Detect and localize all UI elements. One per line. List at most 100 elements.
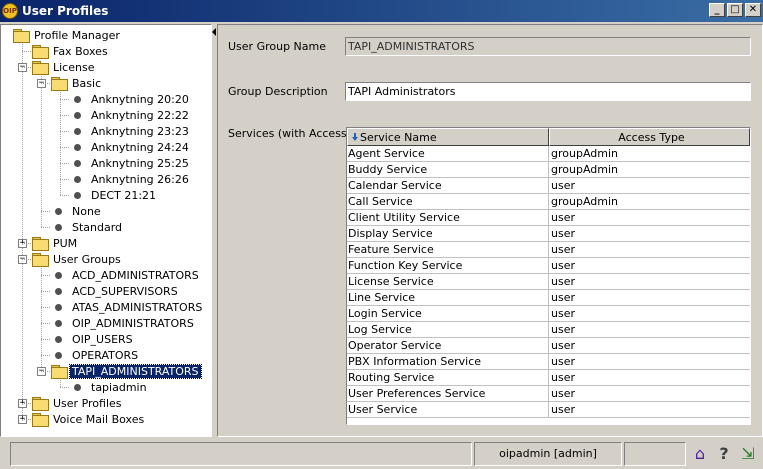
tree-item[interactable]: Anknytning 24:24 xyxy=(70,139,191,155)
access-type-cell[interactable]: user xyxy=(549,178,750,193)
access-type-cell[interactable]: user xyxy=(549,370,750,385)
exit-icon[interactable]: ⇲ xyxy=(738,444,758,464)
tree-item[interactable]: Profile Manager xyxy=(13,27,122,43)
tree-connector xyxy=(22,403,31,404)
table-row[interactable]: Feature Service user xyxy=(347,242,750,258)
folder-open-icon xyxy=(13,29,30,43)
window-title: User Profiles xyxy=(22,4,109,18)
tree-item[interactable]: OIP_ADMINISTRATORS xyxy=(51,315,196,331)
tree-item[interactable]: Voice Mail Boxes xyxy=(32,411,146,427)
table-row[interactable]: Agent Service groupAdmin xyxy=(347,146,750,162)
access-type-cell[interactable]: user xyxy=(549,210,750,225)
tree-item[interactable]: Fax Boxes xyxy=(32,43,110,59)
table-row[interactable]: User Service user xyxy=(347,402,750,418)
service-name-cell: Line Service xyxy=(347,290,549,305)
table-row[interactable]: Operator Service user xyxy=(347,338,750,354)
access-type-cell[interactable]: groupAdmin xyxy=(549,194,750,209)
service-name-cell: Agent Service xyxy=(347,146,549,161)
table-row[interactable]: PBX Information Service user xyxy=(347,354,750,370)
tree-item[interactable]: Anknytning 25:25 xyxy=(70,155,191,171)
tree-item-label: License xyxy=(53,60,95,74)
maximize-button[interactable]: □ xyxy=(727,3,743,17)
tree-connector xyxy=(41,227,50,228)
tree-connector xyxy=(41,83,50,84)
service-name-cell: Function Key Service xyxy=(347,258,549,273)
tree-connector xyxy=(60,115,69,116)
tree-item[interactable]: User Profiles xyxy=(32,395,124,411)
access-type-cell[interactable]: groupAdmin xyxy=(549,162,750,177)
table-row[interactable]: Buddy Service groupAdmin xyxy=(347,162,750,178)
tree-item[interactable]: tapiadmin xyxy=(70,379,149,395)
tree-item-label: ATAS_ADMINISTRATORS xyxy=(72,300,203,314)
service-name-cell: Calendar Service xyxy=(347,178,549,193)
tree-item[interactable]: OPERATORS xyxy=(51,347,140,363)
access-type-cell[interactable]: user xyxy=(549,274,750,289)
tree-connector xyxy=(60,147,69,148)
tree-item[interactable]: ATAS_ADMINISTRATORS xyxy=(51,299,204,315)
service-name-cell: Feature Service xyxy=(347,242,549,257)
table-row[interactable]: Login Service user xyxy=(347,306,750,322)
close-button[interactable]: ✕ xyxy=(745,3,761,17)
access-type-cell[interactable]: user xyxy=(549,386,750,401)
service-name-cell: Operator Service xyxy=(347,338,549,353)
folder-icon xyxy=(32,397,49,411)
bullet-icon xyxy=(55,271,62,279)
access-type-cell[interactable]: user xyxy=(549,226,750,241)
minimize-button[interactable]: _ xyxy=(709,3,725,17)
home-icon[interactable]: ⌂ xyxy=(690,444,710,464)
table-row[interactable]: License Service user xyxy=(347,274,750,290)
tree-connector xyxy=(60,195,69,196)
tree-item[interactable]: DECT 21:21 xyxy=(70,187,158,203)
help-icon[interactable]: ? xyxy=(714,444,734,464)
group-description-field[interactable]: TAPI Administrators xyxy=(345,82,751,101)
tree-item[interactable]: Anknytning 20:20 xyxy=(70,91,191,107)
group-name-field: TAPI_ADMINISTRATORS xyxy=(345,37,751,56)
access-type-cell[interactable]: user xyxy=(549,338,750,353)
tree-item[interactable]: User Groups xyxy=(32,251,123,267)
access-type-cell[interactable]: user xyxy=(549,402,750,417)
access-type-cell[interactable]: user xyxy=(549,290,750,305)
title-bar: OIP User Profiles _ □ ✕ xyxy=(0,0,763,22)
tree-item[interactable]: Anknytning 22:22 xyxy=(70,107,191,123)
tree-item-label: User Groups xyxy=(53,252,121,266)
access-type-cell[interactable]: user xyxy=(549,258,750,273)
profile-tree[interactable]: Profile Manager Fax Boxes License − Basic − An… xyxy=(0,24,212,437)
tree-item[interactable]: PUM xyxy=(32,235,79,251)
tree-item[interactable]: TAPI_ADMINISTRATORS xyxy=(51,363,202,379)
table-row[interactable]: Client Utility Service user xyxy=(347,210,750,226)
table-row[interactable]: Display Service user xyxy=(347,226,750,242)
table-row[interactable]: User Preferences Service user xyxy=(347,386,750,402)
table-row[interactable]: Line Service user xyxy=(347,290,750,306)
table-row[interactable]: Call Service groupAdmin xyxy=(347,194,750,210)
access-type-cell[interactable]: user xyxy=(549,306,750,321)
tree-item[interactable]: ACD_ADMINISTRATORS xyxy=(51,267,201,283)
table-row[interactable]: Routing Service user xyxy=(347,370,750,386)
service-name-cell: Call Service xyxy=(347,194,549,209)
access-type-cell[interactable]: user xyxy=(549,242,750,257)
tree-item[interactable]: Anknytning 23:23 xyxy=(70,123,191,139)
tree-item[interactable]: OIP_USERS xyxy=(51,331,135,347)
tree-connector xyxy=(60,163,69,164)
table-row[interactable]: Function Key Service user xyxy=(347,258,750,274)
column-header-service-name[interactable]: Service Name xyxy=(347,128,549,146)
table-row[interactable]: Log Service user xyxy=(347,322,750,338)
access-type-cell[interactable]: user xyxy=(549,354,750,369)
tree-item[interactable]: Anknytning 26:26 xyxy=(70,171,191,187)
tree-item-label: User Profiles xyxy=(53,396,122,410)
table-row[interactable]: Calendar Service user xyxy=(347,178,750,194)
collapse-arrow-icon[interactable] xyxy=(212,28,216,36)
bullet-icon xyxy=(55,287,62,295)
tree-item[interactable]: License xyxy=(32,59,96,75)
access-type-cell[interactable]: groupAdmin xyxy=(549,146,750,161)
column-header-access-type[interactable]: Access Type xyxy=(549,128,750,146)
tree-connector xyxy=(60,179,69,180)
tree-item[interactable]: Standard xyxy=(51,219,124,235)
tree-item-label: PUM xyxy=(53,236,78,250)
bullet-icon xyxy=(55,351,62,359)
access-type-cell[interactable]: user xyxy=(549,322,750,337)
tree-item[interactable]: ACD_SUPERVISORS xyxy=(51,283,180,299)
tree-connector xyxy=(60,387,69,388)
tree-item-label: Voice Mail Boxes xyxy=(53,412,145,426)
tree-item[interactable]: Basic xyxy=(51,75,103,91)
tree-item[interactable]: None xyxy=(51,203,103,219)
